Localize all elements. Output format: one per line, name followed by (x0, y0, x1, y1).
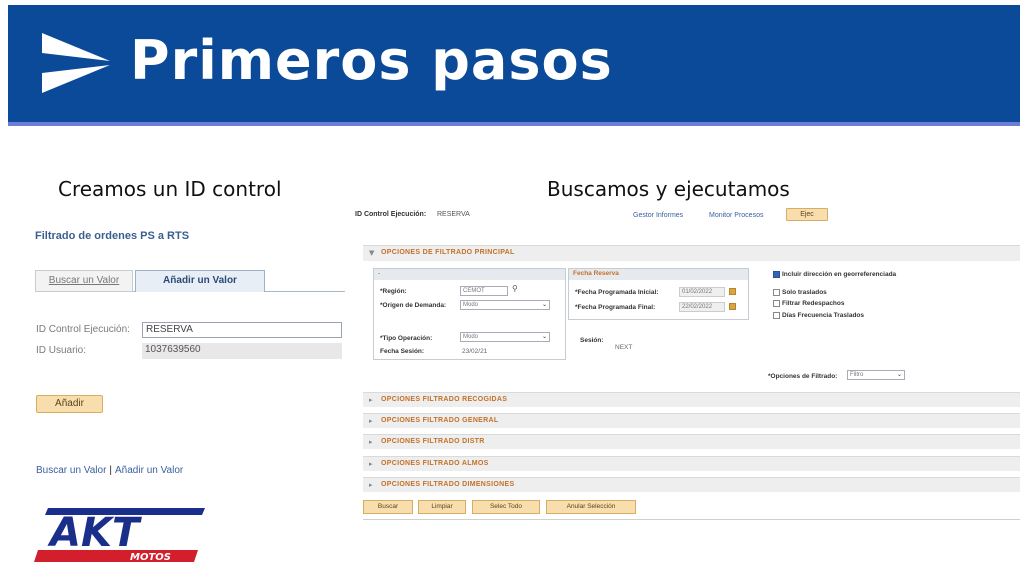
section-title: OPCIONES FILTRADO DIMENSIONES (381, 481, 515, 488)
section-title: OPCIONES FILTRADO ALMOS (381, 460, 489, 467)
tab-anadir-valor[interactable]: Añadir un Valor (135, 270, 265, 292)
lookup-icon[interactable]: ⚲ (512, 284, 518, 293)
report-manager-link[interactable]: Gestor Informes (633, 212, 683, 219)
deselect-button[interactable]: Anular Selección (546, 500, 636, 514)
include-geo-checkbox[interactable] (773, 271, 780, 278)
control-id-label: ID Control Ejecución: (36, 324, 130, 335)
main-filter-header[interactable]: ▼ OPCIONES DE FILTRADO PRINCIPAL (363, 246, 1020, 261)
chevron-down-icon: ⌄ (541, 334, 547, 340)
section-title: OPCIONES FILTRADO DISTR (381, 438, 485, 445)
end-date-label: *Fecha Programada Final: (575, 304, 656, 311)
main-fields-box-header: - (374, 269, 565, 280)
transfers-only-label: Solo traslados (782, 289, 827, 296)
filter-options-select[interactable]: Filtro ⌄ (847, 370, 905, 380)
section-title: OPCIONES FILTRADO RECOGIDAS (381, 396, 508, 403)
search-value-link[interactable]: Buscar un Valor (36, 465, 106, 476)
demand-origin-value: Modo (463, 302, 479, 308)
expand-arrow-icon: ▸ (369, 438, 373, 446)
user-id-field: 1037639560 (142, 343, 342, 359)
session-value: NEXT (615, 344, 633, 351)
banner-underline (8, 122, 1020, 126)
section-recogidas[interactable]: ▸ OPCIONES FILTRADO RECOGIDAS (363, 392, 1020, 407)
reserve-date-title: Fecha Reserva (573, 270, 619, 277)
reserve-date-header: Fecha Reserva (569, 269, 748, 280)
section-distr[interactable]: ▸ OPCIONES FILTRADO DISTR (363, 434, 1020, 449)
chevron-down-icon: ⌄ (541, 302, 547, 308)
link-separator: | (109, 465, 113, 476)
calendar-icon[interactable] (729, 303, 736, 310)
main-fields-box: - *Región: CEMOT ⚲ *Origen de Demanda: M… (373, 268, 566, 360)
motos-logo-text: MOTOS (130, 552, 171, 563)
expand-arrow-icon: ▸ (369, 396, 373, 404)
end-date-input[interactable]: 22/02/2022 (679, 302, 725, 312)
banner-title: Primeros pasos (130, 29, 613, 92)
op-type-select[interactable]: Modo ⌄ (460, 332, 550, 342)
process-monitor-link[interactable]: Monitor Procesos (709, 212, 763, 219)
op-type-value: Modo (463, 334, 479, 340)
transfers-only-checkbox[interactable] (773, 289, 780, 296)
expand-arrow-icon: ▸ (369, 460, 373, 468)
region-label: *Región: (380, 288, 407, 295)
filter-options-label: *Opciones de Filtrado: (768, 373, 838, 380)
section-dimensiones[interactable]: ▸ OPCIONES FILTRADO DIMENSIONES (363, 477, 1020, 492)
main-filter-title: OPCIONES DE FILTRADO PRINCIPAL (381, 249, 515, 256)
section-almos[interactable]: ▸ OPCIONES FILTRADO ALMOS (363, 456, 1020, 471)
page-title: Filtrado de ordenes PS a RTS (35, 230, 190, 242)
demand-origin-label: *Origen de Demanda: (380, 302, 447, 309)
title-banner: Primeros pasos (8, 5, 1020, 123)
chevron-down-icon: ⌄ (896, 372, 902, 378)
session-label: Sesión: (580, 337, 604, 344)
divider (363, 519, 1020, 520)
section-general[interactable]: ▸ OPCIONES FILTRADO GENERAL (363, 413, 1020, 428)
expand-arrow-icon: ▸ (369, 481, 373, 489)
select-all-button[interactable]: Selec Todo (472, 500, 540, 514)
filter-redispatch-label: Filtrar Redespachos (782, 300, 845, 307)
reserve-date-box: Fecha Reserva *Fecha Programada Inicial:… (568, 268, 749, 320)
box-header-text: - (378, 270, 381, 277)
include-geo-label: Incluir dirección en georreferenciada (782, 271, 897, 278)
akt-motos-logo: AKT MOTOS (34, 508, 205, 563)
start-date-label: *Fecha Programada Inicial: (575, 289, 659, 296)
add-button[interactable]: Añadir (36, 395, 103, 413)
session-date-label: Fecha Sesión: (380, 348, 425, 355)
frequency-days-checkbox[interactable] (773, 312, 780, 319)
user-id-label: ID Usuario: (36, 345, 87, 356)
calendar-icon[interactable] (729, 288, 736, 295)
bottom-links: Buscar un Valor | Añadir un Valor (36, 465, 183, 476)
left-section-heading: Creamos un ID control (58, 177, 282, 201)
expand-arrow-icon: ▼ (369, 249, 375, 257)
clear-button[interactable]: Limpiar (418, 500, 466, 514)
exec-button[interactable]: Ejec (786, 208, 828, 221)
session-date-value: 23/02/21 (462, 348, 488, 355)
op-type-label: *Tipo Operación: (380, 335, 433, 342)
tab-bar: Buscar un Valor Añadir un Valor (35, 268, 345, 292)
add-value-link[interactable]: Añadir un Valor (115, 465, 183, 476)
search-button[interactable]: Buscar (363, 500, 413, 514)
rp-control-value: RESERVA (437, 211, 470, 218)
control-id-input[interactable]: RESERVA (142, 322, 342, 338)
tab-buscar-valor[interactable]: Buscar un Valor (35, 270, 133, 292)
filter-redispatch-checkbox[interactable] (773, 300, 780, 307)
section-title: OPCIONES FILTRADO GENERAL (381, 417, 499, 424)
start-date-input[interactable]: 01/02/2022 (679, 287, 725, 297)
expand-arrow-icon: ▸ (369, 417, 373, 425)
right-section-heading: Buscamos y ejecutamos (547, 177, 790, 201)
chevron-logo-icon (42, 33, 110, 93)
region-input[interactable]: CEMOT (460, 286, 508, 296)
akt-logo-text: AKT (47, 510, 142, 556)
filter-options-value: Filtro (850, 372, 864, 378)
frequency-days-label: Días Frecuencia Traslados (782, 312, 865, 319)
demand-origin-select[interactable]: Modo ⌄ (460, 300, 550, 310)
rp-control-label: ID Control Ejecución: (355, 211, 427, 218)
main-filter-panel: ▼ OPCIONES DE FILTRADO PRINCIPAL - *Regi… (363, 245, 1020, 385)
